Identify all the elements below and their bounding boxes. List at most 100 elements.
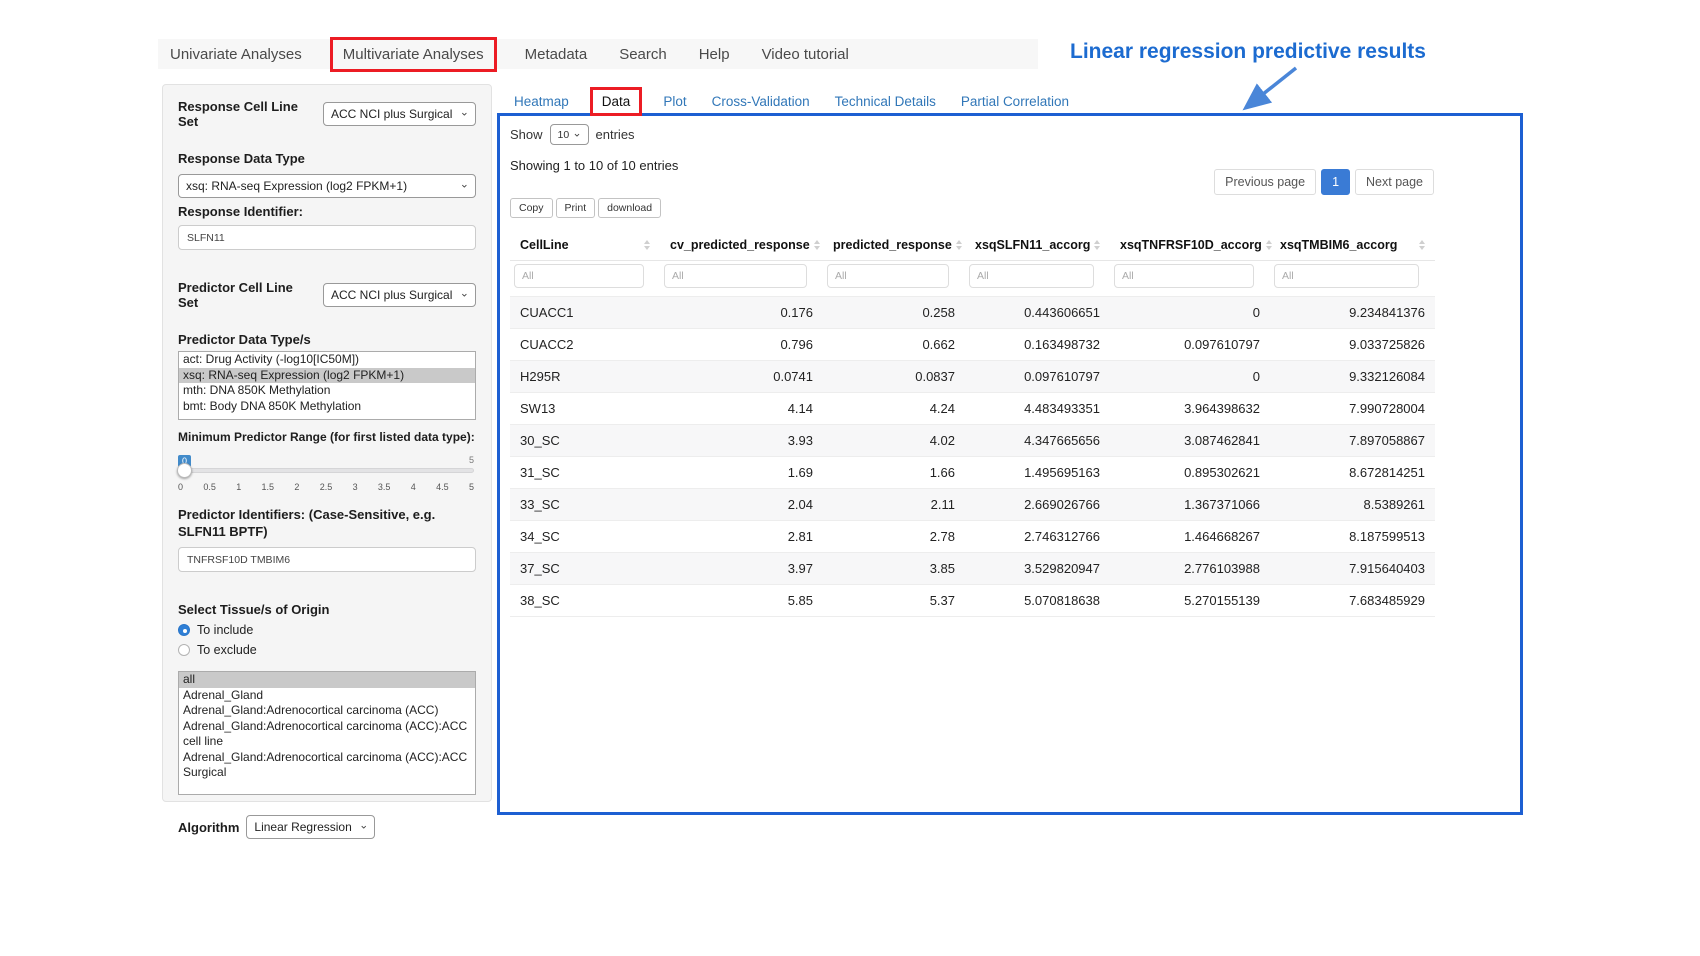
table-row: 33_SC2.042.112.6690267661.3673710668.538…	[510, 489, 1435, 521]
sort-icon	[1419, 240, 1425, 250]
copy-button[interactable]: Copy	[510, 198, 553, 218]
tissue-option[interactable]: Adrenal_Gland:Adrenocortical carcinoma (…	[179, 719, 475, 750]
nav-item-univariate-analyses[interactable]: Univariate Analyses	[170, 46, 302, 63]
sort-asc-icon	[814, 240, 820, 244]
cell-line-value: 38_SC	[510, 585, 660, 617]
cell-line-value: 33_SC	[510, 489, 660, 521]
slider-track[interactable]	[178, 468, 474, 473]
cell-value: 7.683485929	[1270, 585, 1435, 617]
cell-line-value: 34_SC	[510, 521, 660, 553]
cell-value: 7.990728004	[1270, 393, 1435, 425]
column-header-content: CellLine	[520, 238, 650, 252]
tab-technical-details[interactable]: Technical Details	[835, 94, 936, 109]
slider-tick-labels: 00.511.522.533.544.55	[178, 482, 474, 492]
slider-handle[interactable]	[177, 463, 192, 478]
current-page-button[interactable]: 1	[1321, 169, 1350, 195]
algorithm-select[interactable]: Linear Regression	[246, 815, 375, 839]
cell-value: 3.85	[823, 553, 965, 585]
cell-line-value: 37_SC	[510, 553, 660, 585]
column-label: CellLine	[520, 238, 569, 252]
sort-asc-icon	[644, 240, 650, 244]
tissue-origin-label: Select Tissue/s of Origin	[178, 602, 476, 617]
annotation-red-box-nav: Multivariate Analyses	[330, 37, 497, 72]
column-label: predicted_response	[833, 238, 952, 252]
tab-plot[interactable]: Plot	[663, 94, 686, 109]
sort-icon	[814, 240, 820, 250]
cell-value: 4.483493351	[965, 393, 1110, 425]
column-header-cv-predicted-response[interactable]: cv_predicted_response	[660, 230, 823, 261]
tissue-option[interactable]: all	[179, 672, 475, 688]
tab-data[interactable]: Data	[602, 94, 631, 109]
predictor-identifiers-input[interactable]	[178, 547, 476, 572]
cell-value: 9.234841376	[1270, 297, 1435, 329]
predictor-data-types-label: Predictor Data Type/s	[178, 332, 476, 347]
nav-item-video-tutorial[interactable]: Video tutorial	[762, 46, 849, 63]
filter-input-cellline[interactable]	[514, 264, 644, 288]
cell-value: 0.895302621	[1110, 457, 1270, 489]
sort-icon	[956, 240, 962, 250]
slider-tick-label: 1.5	[262, 482, 275, 492]
print-button[interactable]: Print	[556, 198, 596, 218]
column-header-predicted-response[interactable]: predicted_response	[823, 230, 965, 261]
cell-line-value: 31_SC	[510, 457, 660, 489]
min-predictor-range-slider[interactable]: 0 5 00.511.522.533.544.55	[178, 468, 474, 492]
predictor-data-type-option[interactable]: act: Drug Activity (-log10[IC50M])	[179, 352, 475, 368]
tab-partial-correlation[interactable]: Partial Correlation	[961, 94, 1069, 109]
filter-cell	[1110, 261, 1270, 297]
cell-value: 0	[1110, 297, 1270, 329]
predictor-data-type-option[interactable]: mth: DNA 850K Methylation	[179, 383, 475, 399]
cell-value: 9.033725826	[1270, 329, 1435, 361]
nav-item-help[interactable]: Help	[699, 46, 730, 63]
tissue-include-label: To include	[197, 623, 253, 637]
filter-input-xsqtnfrsf10d-accorg[interactable]	[1114, 264, 1254, 288]
previous-page-button[interactable]: Previous page	[1214, 169, 1316, 195]
cell-line-value: H295R	[510, 361, 660, 393]
tissue-origin-listbox[interactable]: allAdrenal_GlandAdrenal_Gland:Adrenocort…	[178, 671, 476, 795]
column-label: cv_predicted_response	[670, 238, 810, 252]
column-header-xsqslfn11-accorg[interactable]: xsqSLFN11_accorg	[965, 230, 1110, 261]
nav-item-search[interactable]: Search	[619, 46, 667, 63]
cell-value: 0.097610797	[965, 361, 1110, 393]
tissue-exclude-radio[interactable]: To exclude	[178, 643, 476, 657]
cell-value: 0.662	[823, 329, 965, 361]
cell-value: 0.258	[823, 297, 965, 329]
column-header-xsqtmbim6-accorg[interactable]: xsqTMBIM6_accorg	[1270, 230, 1435, 261]
cell-value: 4.347665656	[965, 425, 1110, 457]
response-cell-line-set-select[interactable]: ACC NCI plus Surgical	[323, 102, 476, 126]
top-nav: Univariate Analyses Multivariate Analyses…	[158, 39, 1038, 69]
predictor-data-type-option[interactable]: xsq: RNA-seq Expression (log2 FPKM+1)	[179, 368, 475, 384]
nav-item-metadata[interactable]: Metadata	[525, 46, 588, 63]
column-header-cellline[interactable]: CellLine	[510, 230, 660, 261]
tissue-option[interactable]: Adrenal_Gland:Adrenocortical carcinoma (…	[179, 703, 475, 719]
predictor-cell-line-set-select[interactable]: ACC NCI plus Surgical	[323, 283, 476, 307]
sort-desc-icon	[1419, 246, 1425, 250]
tab-cross-validation[interactable]: Cross-Validation	[712, 94, 810, 109]
filter-input-xsqslfn11-accorg[interactable]	[969, 264, 1094, 288]
results-panel: Show 10 entries Showing 1 to 10 of 10 en…	[497, 113, 1523, 815]
predictor-data-type-option[interactable]: bmt: Body DNA 850K Methylation	[179, 399, 475, 415]
tab-heatmap[interactable]: Heatmap	[514, 94, 569, 109]
filter-input-xsqtmbim6-accorg[interactable]	[1274, 264, 1419, 288]
cell-value: 4.02	[823, 425, 965, 457]
tissue-option[interactable]: Adrenal_Gland	[179, 688, 475, 704]
sort-icon	[1266, 240, 1272, 250]
slider-tick-label: 2	[294, 482, 299, 492]
column-label: xsqTNFRSF10D_accorg	[1120, 238, 1262, 252]
download-button[interactable]: download	[598, 198, 661, 218]
column-header-xsqtnfrsf10d-accorg[interactable]: xsqTNFRSF10D_accorg	[1110, 230, 1270, 261]
tissue-option[interactable]: Adrenal_Gland:Adrenocortical carcinoma (…	[179, 750, 475, 781]
response-identifier-input[interactable]	[178, 225, 476, 250]
sort-asc-icon	[1266, 240, 1272, 244]
next-page-button[interactable]: Next page	[1355, 169, 1434, 195]
tissue-exclude-label: To exclude	[197, 643, 257, 657]
show-entries-select[interactable]: 10	[550, 124, 589, 145]
filter-input-cv-predicted-response[interactable]	[664, 264, 807, 288]
tissue-include-radio[interactable]: To include	[178, 623, 476, 637]
response-data-type-select[interactable]: xsq: RNA-seq Expression (log2 FPKM+1)	[178, 174, 476, 198]
filter-input-predicted-response[interactable]	[827, 264, 949, 288]
filter-cell	[660, 261, 823, 297]
cell-value: 4.24	[823, 393, 965, 425]
predictor-data-types-listbox[interactable]: act: Drug Activity (-log10[IC50M])xsq: R…	[178, 351, 476, 420]
nav-item-multivariate-analyses[interactable]: Multivariate Analyses	[343, 46, 484, 63]
cell-value: 5.85	[660, 585, 823, 617]
